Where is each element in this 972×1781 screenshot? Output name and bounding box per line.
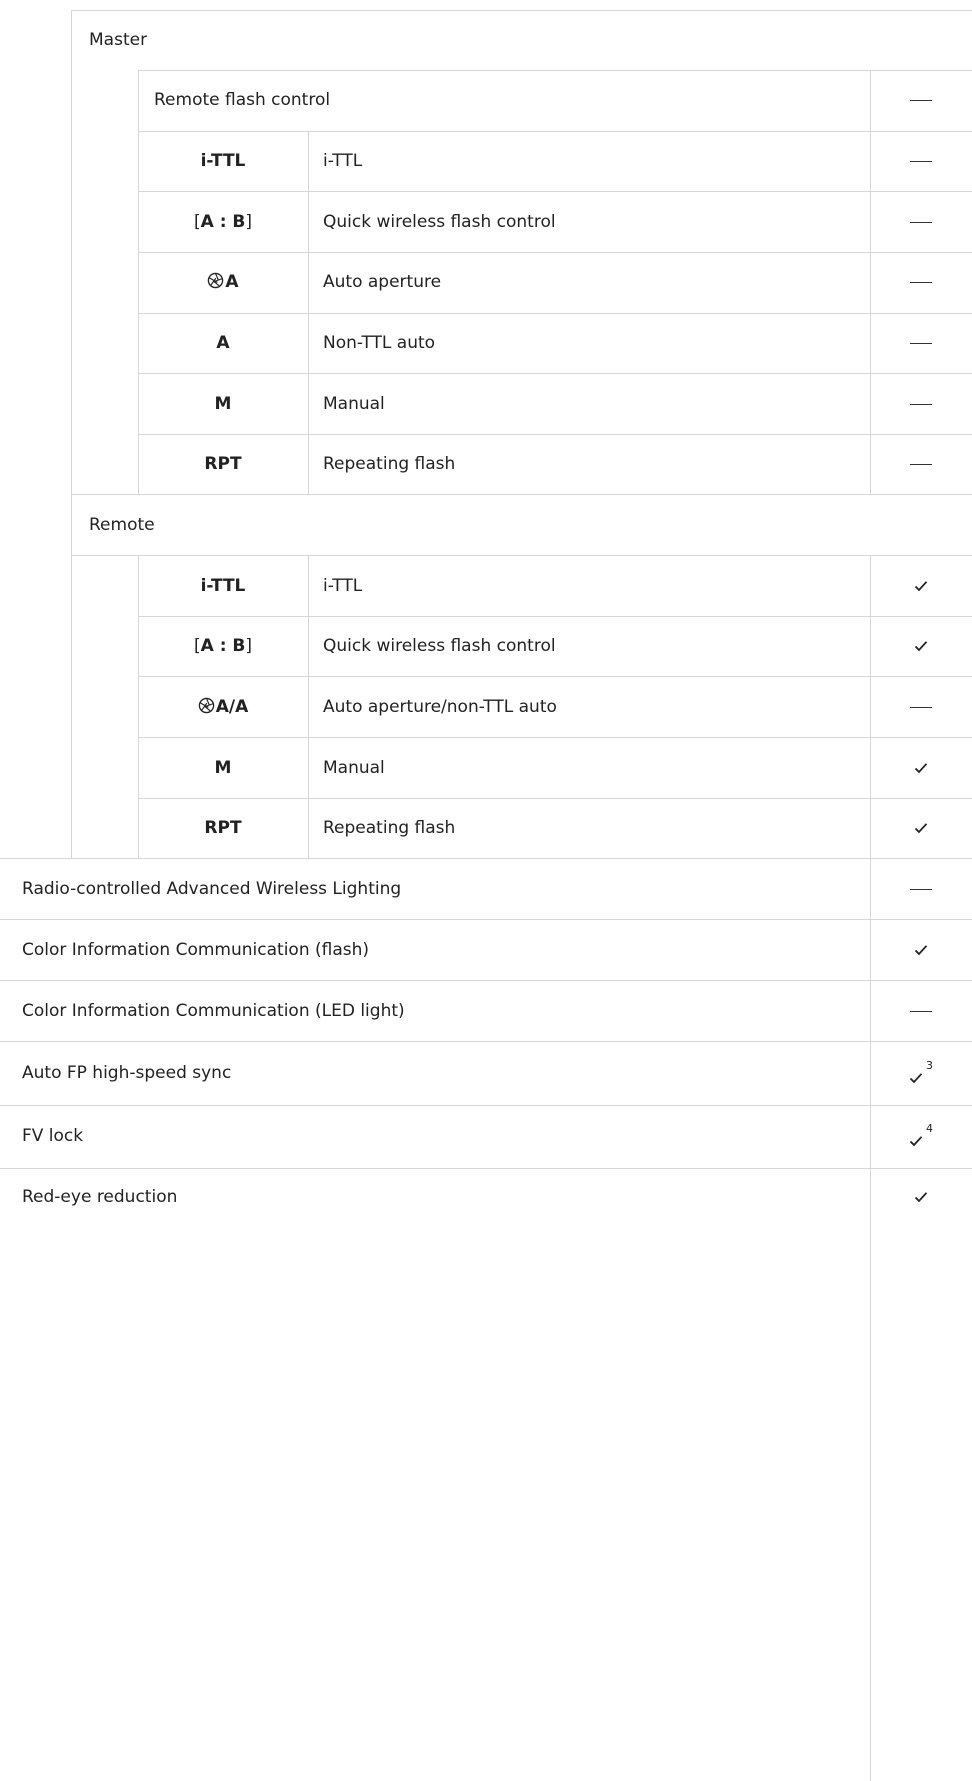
- row-divider: [0, 1105, 972, 1106]
- row-divider: [0, 980, 972, 981]
- flash-feature-table: Master Remote flash control i-TTL i-TTL …: [0, 0, 972, 1781]
- support-column-border: [870, 555, 871, 1781]
- mode-description: Auto aperture: [323, 272, 442, 292]
- code-column-border: [308, 131, 309, 495]
- indent-border: [71, 10, 72, 859]
- mode-description: Repeating flash: [323, 818, 456, 838]
- support-dash: [870, 272, 972, 292]
- check-icon: [914, 641, 928, 652]
- support-check: 4: [870, 1122, 972, 1151]
- mode-description: Quick wireless flash control: [323, 212, 556, 232]
- mode-code: [A : B]: [193, 212, 253, 232]
- row-divider: [138, 676, 972, 677]
- feature-label: Color Information Communication (flash): [22, 940, 370, 960]
- check-icon: [909, 1072, 923, 1083]
- section-label-remote: Remote: [89, 515, 155, 535]
- mode-code: [A : B]: [193, 636, 253, 656]
- remote-flash-control-label: Remote flash control: [154, 90, 331, 110]
- aperture-icon: [208, 272, 224, 289]
- aperture-icon: [198, 697, 214, 714]
- feature-label: Radio-controlled Advanced Wireless Light…: [22, 879, 402, 899]
- support-dash: [870, 333, 972, 353]
- mode-code: M: [214, 394, 232, 414]
- row-divider: [138, 191, 972, 192]
- mode-description: Manual: [323, 758, 385, 778]
- row-divider: [0, 1041, 972, 1042]
- footnote-marker[interactable]: 3: [926, 1059, 933, 1072]
- support-check: 3: [870, 1059, 972, 1088]
- row-divider: [138, 131, 972, 132]
- support-dash: [870, 151, 972, 171]
- check-icon: [909, 1135, 923, 1146]
- support-check: [870, 818, 972, 838]
- row-divider: [138, 373, 972, 374]
- support-dash: [870, 90, 972, 110]
- mode-code: A: [216, 333, 230, 353]
- support-dash: [870, 454, 972, 474]
- mode-description: i-TTL: [323, 151, 363, 171]
- mode-description: Quick wireless flash control: [323, 636, 556, 656]
- feature-label: Color Information Communication (LED lig…: [22, 1001, 405, 1021]
- row-divider: [138, 70, 972, 71]
- support-dash: [870, 879, 972, 899]
- support-dash: [870, 394, 972, 414]
- mode-description: Repeating flash: [323, 454, 456, 474]
- mode-code: A: [138, 272, 308, 292]
- row-divider: [138, 434, 972, 435]
- support-check: [870, 940, 972, 960]
- row-divider: [0, 919, 972, 920]
- mode-description: i-TTL: [323, 576, 363, 596]
- mode-description: Non-TTL auto: [323, 333, 436, 353]
- mode-code: A/A: [138, 697, 308, 717]
- check-icon: [914, 581, 928, 592]
- row-divider: [71, 494, 972, 495]
- check-icon: [914, 945, 928, 956]
- feature-label: Auto FP high-speed sync: [22, 1063, 232, 1083]
- check-icon: [914, 823, 928, 834]
- section-label-master: Master: [89, 30, 148, 50]
- check-icon: [914, 1192, 928, 1203]
- support-dash: [870, 1001, 972, 1021]
- mode-description: Manual: [323, 394, 385, 414]
- mode-code: i-TTL: [200, 576, 246, 596]
- row-divider: [71, 555, 972, 556]
- support-check: [870, 758, 972, 778]
- code-column-border: [308, 555, 309, 859]
- check-icon: [914, 763, 928, 774]
- row-divider: [0, 1168, 972, 1169]
- row-divider: [0, 858, 972, 859]
- footnote-marker[interactable]: 4: [926, 1122, 933, 1135]
- mode-description: Auto aperture/non-TTL auto: [323, 697, 557, 717]
- mode-code: M: [214, 758, 232, 778]
- support-check: [870, 576, 972, 596]
- support-check: [870, 1187, 972, 1207]
- row-divider: [138, 737, 972, 738]
- support-dash: [870, 212, 972, 232]
- mode-code: i-TTL: [200, 151, 246, 171]
- row-divider: [71, 10, 972, 11]
- mode-code: RPT: [204, 818, 242, 838]
- row-divider: [138, 313, 972, 314]
- row-divider: [138, 798, 972, 799]
- mode-code: RPT: [204, 454, 242, 474]
- row-divider: [138, 616, 972, 617]
- feature-label: Red-eye reduction: [22, 1187, 178, 1207]
- row-divider: [138, 252, 972, 253]
- feature-label: FV lock: [22, 1126, 84, 1146]
- support-dash: [870, 697, 972, 717]
- support-check: [870, 636, 972, 656]
